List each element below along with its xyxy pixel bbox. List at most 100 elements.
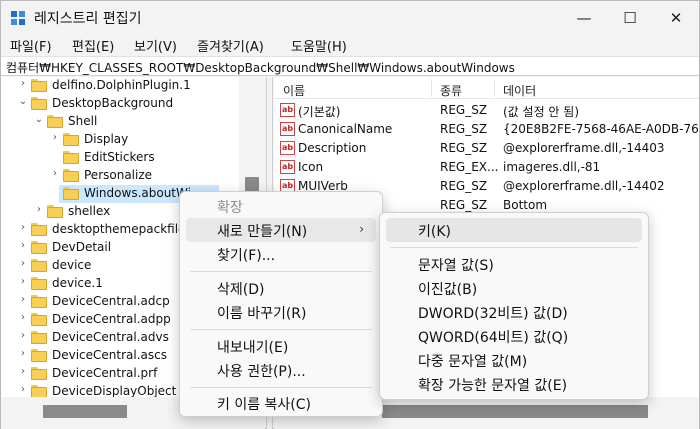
column-header-data[interactable]: 데이터 <box>503 82 536 99</box>
value-row[interactable]: ab CanonicalName REG_SZ {20E8B2FE-7568-4… <box>274 120 699 139</box>
menu-item-find[interactable]: 찾기(F)... <box>186 242 376 266</box>
value-type: REG_SZ <box>440 141 488 155</box>
folder-icon <box>31 385 47 397</box>
menu-separator <box>190 329 372 330</box>
menu-item-label: 삭제(D) <box>217 282 265 298</box>
value-name: Description <box>298 141 367 155</box>
chevron-right-icon[interactable]: › <box>17 258 29 269</box>
chevron-right-icon[interactable]: › <box>17 294 29 305</box>
chevron-right-icon[interactable]: › <box>17 240 29 251</box>
menu-edit[interactable]: 편집(E) <box>72 36 114 55</box>
submenu-item-multi-string-value[interactable]: 다중 문자열 값(M) <box>386 348 642 372</box>
chevron-right-icon[interactable]: › <box>17 366 29 377</box>
tree-item-personalize[interactable]: › Personalize <box>1 167 239 185</box>
menu-item-label: 찾기(F)... <box>217 248 276 264</box>
menu-help[interactable]: 도움말(H) <box>291 36 347 55</box>
folder-icon <box>31 223 47 236</box>
tree-item-shell[interactable]: ⌄ Shell <box>1 113 239 131</box>
column-divider[interactable] <box>494 79 495 97</box>
value-name: (기본값) <box>298 105 341 119</box>
menu-item-rename[interactable]: 이름 바꾸기(R) <box>186 300 376 324</box>
chevron-down-icon[interactable]: ⌄ <box>17 96 29 107</box>
folder-icon <box>63 187 79 200</box>
address-bar[interactable]: 컴퓨터₩HKEY_CLASSES_ROOT₩DesktopBackground₩… <box>1 56 699 76</box>
column-divider[interactable] <box>431 79 432 97</box>
address-path[interactable]: 컴퓨터₩HKEY_CLASSES_ROOT₩DesktopBackground₩… <box>6 59 515 76</box>
tree-item-label: device.1 <box>52 276 103 290</box>
value-data: imageres.dll,-81 <box>503 160 601 174</box>
folder-icon <box>63 169 79 182</box>
menu-item-expand[interactable]: 확장 <box>186 194 376 218</box>
menu-item-copy-key-name[interactable]: 키 이름 복사(C) <box>186 391 376 415</box>
folder-icon <box>47 205 63 218</box>
maximize-icon: ☐ <box>623 8 637 27</box>
menu-item-delete[interactable]: 삭제(D) <box>186 276 376 300</box>
folder-icon <box>31 331 47 344</box>
chevron-right-icon[interactable]: › <box>17 276 29 287</box>
submenu-item-binary-value[interactable]: 이진값(B) <box>386 276 642 300</box>
tree-item-label: DeviceDisplayObject <box>52 384 177 397</box>
chevron-right-icon: › <box>359 222 364 236</box>
chevron-right-icon[interactable]: › <box>49 168 61 179</box>
chevron-right-icon[interactable]: › <box>17 78 29 89</box>
value-row[interactable]: ab (기본값) REG_SZ (값 설정 안 됨) <box>274 101 699 120</box>
value-type: REG_SZ <box>440 103 488 117</box>
menu-item-permissions[interactable]: 사용 권한(P)... <box>186 358 376 382</box>
menu-item-export[interactable]: 내보내기(E) <box>186 334 376 358</box>
submenu-item-expandable-string-value[interactable]: 확장 가능한 문자열 값(E) <box>386 372 642 396</box>
submenu-item-string-value[interactable]: 문자열 값(S) <box>386 252 642 276</box>
chevron-right-icon[interactable]: › <box>33 204 45 215</box>
tree-item-label: device <box>52 258 92 272</box>
list-horizontal-scrollbar-thumb[interactable] <box>382 405 648 418</box>
menu-item-new[interactable]: 새로 만들기(N) › <box>186 218 376 242</box>
chevron-right-icon[interactable]: › <box>49 132 61 143</box>
tree-item-label: shellex <box>68 204 111 218</box>
menu-view[interactable]: 보기(V) <box>134 36 177 55</box>
tree-item-delfino[interactable]: › delfino.DolphinPlugin.1 <box>1 77 239 95</box>
folder-icon <box>31 277 47 290</box>
tree-horizontal-scrollbar-thumb[interactable] <box>43 405 127 418</box>
close-button[interactable]: ✕ <box>653 1 699 34</box>
tree-item-label: desktopthemepackfile <box>52 222 186 236</box>
tree-item-display[interactable]: › Display <box>1 131 239 149</box>
folder-icon <box>63 133 79 146</box>
tree-item-label: DeviceCentral.advs <box>52 330 169 344</box>
menu-favorites[interactable]: 즐겨찾기(A) <box>197 36 264 55</box>
menu-file[interactable]: 파일(F) <box>10 36 52 55</box>
submenu-item-key[interactable]: 키(K) <box>386 218 642 242</box>
folder-icon <box>31 313 47 326</box>
submenu-item-qword-value[interactable]: QWORD(64비트) 값(Q) <box>386 324 642 348</box>
tree-item-editstickers[interactable]: EditStickers <box>1 149 239 167</box>
window-title: 레지스트리 편집기 <box>34 11 142 27</box>
value-type: REG_EX... <box>440 160 499 174</box>
string-value-icon: ab <box>280 141 295 155</box>
folder-icon <box>31 79 47 92</box>
value-data: @explorerframe.dll,-14402 <box>503 179 665 193</box>
column-header-type[interactable]: 종류 <box>440 82 462 99</box>
menu-item-label: 확장 <box>217 200 243 216</box>
value-row[interactable]: ab Description REG_SZ @explorerframe.dll… <box>274 139 699 158</box>
title-bar[interactable]: 레지스트리 편집기 — ☐ ✕ <box>1 1 699 34</box>
minimize-button[interactable]: — <box>561 1 607 34</box>
column-header-name[interactable]: 이름 <box>283 82 305 99</box>
value-data: (값 설정 안 됨) <box>503 105 580 119</box>
value-row[interactable]: ab Icon REG_EX... imageres.dll,-81 <box>274 158 699 177</box>
maximize-button[interactable]: ☐ <box>607 1 653 34</box>
folder-icon <box>31 295 47 308</box>
new-submenu: 키(K) 문자열 값(S) 이진값(B) DWORD(32비트) 값(D) QW… <box>379 212 649 400</box>
chevron-right-icon[interactable]: › <box>17 222 29 233</box>
submenu-item-dword-value[interactable]: DWORD(32비트) 값(D) <box>386 300 642 324</box>
chevron-right-icon[interactable]: › <box>17 384 29 395</box>
string-value-icon: ab <box>280 122 295 136</box>
chevron-down-icon[interactable]: ⌄ <box>33 114 45 125</box>
tree-item-desktopbackground[interactable]: ⌄ DesktopBackground <box>1 95 239 113</box>
folder-icon <box>31 259 47 272</box>
tree-item-label: DeviceCentral.adpp <box>52 312 171 326</box>
tree-item-label: EditStickers <box>84 150 155 164</box>
chevron-right-icon[interactable]: › <box>17 330 29 341</box>
value-name: CanonicalName <box>298 122 393 136</box>
tree-item-label: delfino.DolphinPlugin.1 <box>52 78 191 92</box>
chevron-right-icon[interactable]: › <box>17 348 29 359</box>
menu-item-label: 사용 권한(P)... <box>217 364 306 380</box>
chevron-right-icon[interactable]: › <box>17 312 29 323</box>
